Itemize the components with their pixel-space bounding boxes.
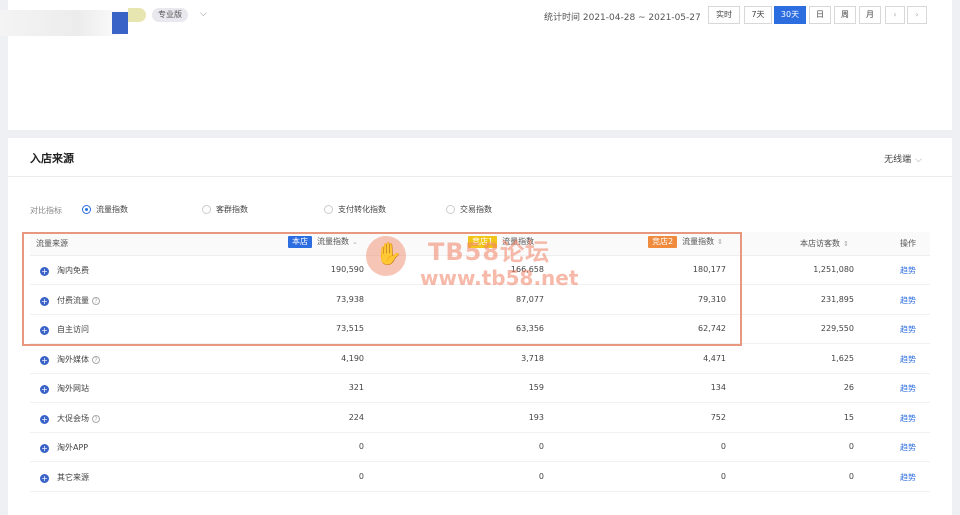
device-select[interactable]: 无线端 ⌵ (884, 152, 922, 165)
radio-traffic-index[interactable]: 流量指数 (82, 204, 128, 215)
visitors-cell: 231,895 (820, 294, 854, 304)
visitors-cell: 1,251,080 (813, 265, 854, 274)
radio-dot-icon (202, 205, 211, 214)
help-icon[interactable]: ? (92, 414, 100, 423)
logo-mark (112, 12, 128, 34)
col-op: 操作 (900, 239, 916, 248)
source-label: 淘外媒体 (57, 354, 89, 364)
expand-icon[interactable]: + (40, 385, 49, 394)
trend-link[interactable]: 趋势 (900, 324, 916, 335)
chevron-down-icon: ⌵ (915, 155, 922, 165)
radio-dot-icon (82, 205, 91, 214)
source-label: 其它来源 (57, 472, 89, 482)
device-label: 无线端 (884, 155, 912, 165)
source-cell[interactable]: + 淘外APP (40, 442, 88, 453)
divider (8, 176, 952, 177)
trend-link[interactable]: 趋势 (900, 413, 916, 424)
chevron-right-icon[interactable]: › (907, 6, 927, 24)
table-row: + 淘外网站 321 159 134 26 趋势 (30, 374, 930, 403)
compare-label: 对比指标 (30, 206, 62, 215)
expand-icon[interactable]: + (40, 355, 49, 365)
visitors-cell: 26 (843, 383, 854, 392)
period-week-button[interactable]: 周 (834, 6, 856, 24)
watermark-hand-icon (366, 236, 406, 276)
watermark-line2: www.tb58.net (420, 266, 579, 290)
source-label: 淘外网站 (57, 384, 89, 393)
comp1-index-cell: 0 (538, 471, 544, 481)
visitors-cell: 229,550 (820, 324, 854, 333)
trend-link[interactable]: 趋势 (900, 383, 916, 394)
period-realtime-button[interactable]: 实时 (708, 6, 740, 24)
radio-label: 客群指数 (216, 205, 248, 214)
table-row: + 其它来源 0 0 0 0 趋势 (30, 463, 930, 492)
comp1-index-cell: 159 (528, 383, 544, 392)
comp1-index-cell: 3,718 (521, 353, 544, 363)
own-index-cell: 0 (358, 442, 364, 451)
radio-trade-index[interactable]: 交易指数 (446, 204, 492, 215)
radio-label: 交易指数 (460, 205, 492, 214)
period-day-button[interactable]: 日 (809, 6, 831, 24)
source-label: 大促会场 (57, 413, 89, 423)
visitors-cell: 0 (848, 471, 854, 481)
logo-accent (128, 8, 146, 22)
watermark-line1: TB58论坛 (428, 238, 551, 266)
radio-label: 支付转化指数 (338, 205, 386, 214)
own-index-cell: 0 (358, 471, 364, 481)
col-visitors[interactable]: 本店访客数 ⇕ (800, 238, 849, 249)
radio-conversion-index[interactable]: 支付转化指数 (324, 204, 386, 215)
trend-link[interactable]: 趋势 (900, 265, 916, 276)
comp2-index-cell: 4,471 (703, 353, 726, 363)
comp2-index-cell: 752 (710, 412, 726, 422)
sort-icon[interactable]: ⇕ (843, 240, 849, 248)
period-30d-button[interactable]: 30天 (774, 6, 806, 24)
col-visitors-label: 本店访客数 (800, 239, 840, 248)
source-cell[interactable]: + 大促会场? (40, 413, 100, 424)
table-row: + 大促会场? 224 193 752 15 趋势 (30, 404, 930, 433)
trend-link[interactable]: 趋势 (900, 295, 916, 306)
chevron-left-icon[interactable]: ‹ (885, 6, 905, 24)
trend-link[interactable]: 趋势 (900, 354, 916, 365)
help-icon[interactable]: ? (92, 355, 100, 364)
trend-link[interactable]: 趋势 (900, 472, 916, 483)
comp2-index-cell: 0 (720, 471, 726, 481)
visitors-cell: 0 (848, 442, 854, 451)
radio-label: 流量指数 (96, 205, 128, 214)
own-index-cell: 224 (348, 412, 364, 422)
source-cell[interactable]: + 其它来源 (40, 472, 89, 483)
source-cell[interactable]: + 淘外媒体? (40, 354, 100, 365)
visitors-cell: 15 (843, 412, 854, 422)
period-7d-button[interactable]: 7天 (744, 6, 772, 24)
comp2-index-cell: 0 (720, 442, 726, 451)
source-cell[interactable]: + 淘外网站 (40, 383, 89, 394)
own-index-cell: 321 (348, 383, 364, 392)
edition-badge[interactable]: 专业版 (152, 8, 188, 22)
source-label: 淘外APP (57, 443, 89, 452)
table-row: + 淘外媒体? 4,190 3,718 4,471 1,625 趋势 (30, 345, 930, 374)
expand-icon[interactable]: + (40, 414, 49, 424)
logo-background (0, 10, 130, 36)
table-row: + 淘外APP 0 0 0 0 趋势 (30, 433, 930, 462)
period-month-button[interactable]: 月 (859, 6, 881, 24)
visitors-cell: 1,625 (831, 353, 854, 363)
stat-time-range: 统计时间 2021-04-28 ~ 2021-05-27 (544, 13, 701, 23)
radio-dot-icon (324, 205, 333, 214)
comp2-index-cell: 134 (710, 383, 726, 392)
comp1-index-cell: 0 (538, 442, 544, 451)
radio-dot-icon (446, 205, 455, 214)
comp1-index-cell: 193 (528, 412, 544, 422)
own-index-cell: 4,190 (341, 353, 364, 363)
trend-link[interactable]: 趋势 (900, 442, 916, 453)
chevron-down-icon[interactable]: ⌵ (200, 9, 207, 19)
header-card: 专业版 ⌵ 统计时间 2021-04-28 ~ 2021-05-27 实时 7天… (0, 0, 952, 130)
expand-icon[interactable]: + (40, 473, 49, 483)
radio-customer-index[interactable]: 客群指数 (202, 204, 248, 215)
expand-icon[interactable]: + (40, 444, 49, 453)
section-title: 入店来源 (30, 152, 74, 165)
